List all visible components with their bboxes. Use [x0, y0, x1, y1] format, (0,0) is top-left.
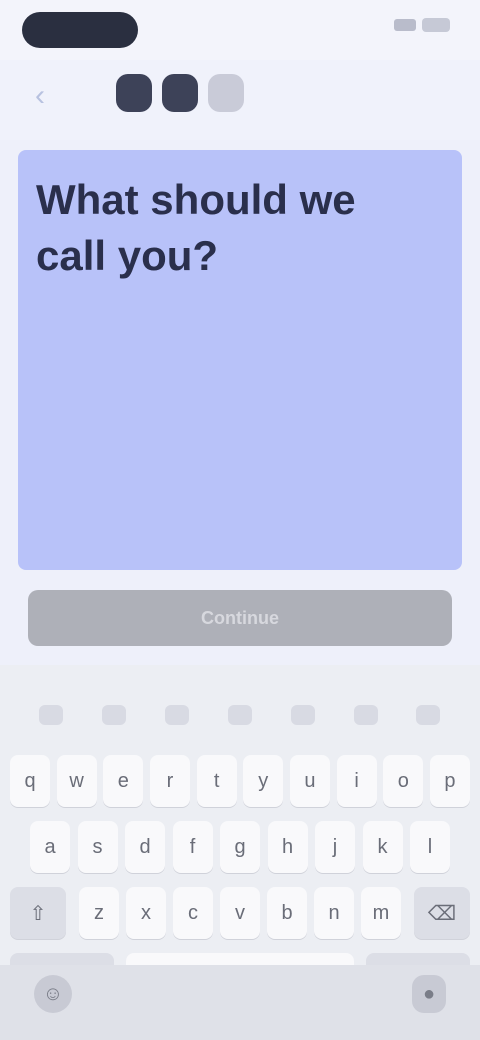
key-r[interactable]: r	[149, 755, 190, 807]
key-v[interactable]: v	[220, 887, 260, 939]
step-dot-3	[208, 74, 244, 112]
clipboard-icon[interactable]	[227, 705, 252, 725]
key-i[interactable]: i	[336, 755, 377, 807]
key-d[interactable]: d	[125, 821, 165, 873]
key-h[interactable]: h	[267, 821, 308, 873]
gif-icon[interactable]	[165, 705, 190, 725]
key-s[interactable]: s	[77, 821, 118, 873]
key-c[interactable]: c	[173, 887, 213, 939]
key-f[interactable]: f	[172, 821, 213, 873]
step-dot-1	[116, 74, 152, 112]
status-bar	[0, 0, 480, 60]
status-time	[22, 12, 138, 48]
key-t[interactable]: t	[196, 755, 237, 807]
continue-button[interactable]: Continue	[28, 590, 452, 646]
key-row-2: asdfghjkl	[10, 821, 470, 873]
key-row-3: ⇧ zxcvbnm ⌫	[10, 887, 470, 939]
step-indicator	[116, 74, 244, 112]
translate-icon[interactable]	[353, 705, 378, 725]
key-n[interactable]: n	[314, 887, 354, 939]
key-q[interactable]: q	[10, 755, 50, 807]
key-p[interactable]: p	[429, 755, 470, 807]
name-input-card[interactable]: What should we call you?	[18, 150, 462, 570]
back-arrow-icon: ‹	[35, 79, 45, 112]
onboarding-header: ‹	[0, 60, 480, 140]
more-icon[interactable]	[416, 705, 441, 725]
step-dot-2	[162, 74, 198, 112]
key-o[interactable]: o	[383, 755, 424, 807]
apps-icon[interactable]	[39, 705, 64, 725]
keyboard-bottom-bar: ☺ ●	[0, 965, 480, 1040]
back-button[interactable]: ‹	[18, 74, 62, 118]
key-z[interactable]: z	[79, 887, 119, 939]
shift-key[interactable]: ⇧	[10, 887, 66, 939]
key-a[interactable]: a	[30, 821, 70, 873]
key-b[interactable]: b	[267, 887, 307, 939]
battery-icon	[422, 18, 450, 32]
key-l[interactable]: l	[410, 821, 450, 873]
suggestion-bar	[0, 685, 480, 745]
key-w[interactable]: w	[56, 755, 97, 807]
key-row-1: qwertyuiop	[10, 755, 470, 807]
key-x[interactable]: x	[126, 887, 166, 939]
key-m[interactable]: m	[361, 887, 401, 939]
mic-icon[interactable]: ●	[412, 975, 446, 1013]
emoji-icon[interactable]: ☺	[34, 975, 72, 1013]
key-y[interactable]: y	[243, 755, 284, 807]
status-icons	[394, 18, 450, 32]
settings-icon[interactable]	[290, 705, 315, 725]
backspace-icon: ⌫	[427, 902, 457, 925]
key-k[interactable]: k	[362, 821, 403, 873]
shift-icon: ⇧	[29, 902, 47, 925]
key-j[interactable]: j	[315, 821, 355, 873]
key-u[interactable]: u	[289, 755, 330, 807]
sticker-icon[interactable]	[102, 705, 127, 725]
page-title: What should we call you?	[36, 176, 356, 279]
key-g[interactable]: g	[220, 821, 260, 873]
backspace-key[interactable]: ⌫	[414, 887, 470, 939]
signal-icon	[394, 19, 416, 31]
key-e[interactable]: e	[103, 755, 144, 807]
